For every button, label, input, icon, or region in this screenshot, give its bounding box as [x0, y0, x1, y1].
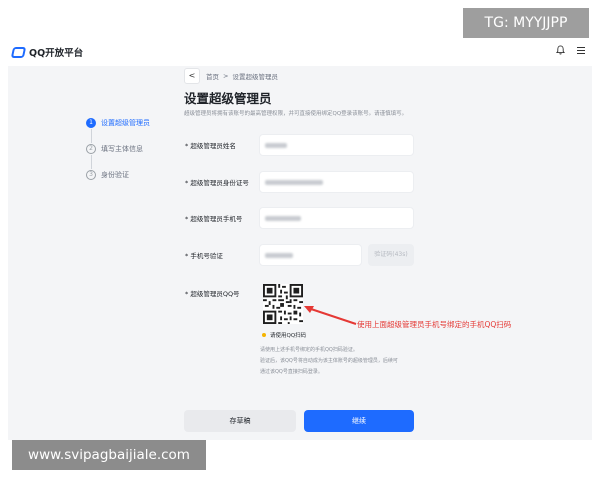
qr-hint-text: 请使用QQ扫码 — [270, 333, 307, 339]
breadcrumb-separator: > — [223, 72, 229, 80]
name-label: 超级管理员姓名 — [185, 140, 259, 150]
phone-field[interactable] — [259, 207, 414, 229]
code-row: 手机号验证 验证码(43s) — [185, 244, 414, 266]
qq-logo-icon — [10, 46, 27, 58]
save-draft-button[interactable]: 存草稿 — [184, 410, 296, 432]
step-connector — [90, 129, 92, 143]
page-title: 设置超级管理员 — [184, 91, 272, 106]
step-label: 填写主体信息 — [101, 145, 143, 153]
redacted-value — [265, 216, 301, 221]
menu-icon[interactable] — [577, 47, 585, 55]
qr-code — [263, 284, 303, 324]
step-connector — [90, 155, 92, 169]
qr-hint: 请使用QQ扫码 — [262, 331, 306, 339]
bell-icon[interactable] — [556, 45, 565, 55]
step-number: 2 — [86, 144, 96, 154]
qr-note-2: 验证后，该QQ号将自动成为该主体账号的超级管理员，后续可 — [260, 358, 398, 364]
qr-note-1: 请使用上述手机号绑定的手机QQ扫码验证。 — [260, 347, 358, 353]
breadcrumb-home[interactable]: 首页 — [206, 71, 219, 81]
watermark-url: www.svipagbaijiale.com — [12, 440, 206, 470]
id-label: 超级管理员身份证号 — [185, 177, 259, 187]
annotation-text: 使用上面超级管理员手机号绑定的手机QQ扫码 — [357, 320, 512, 329]
logo-text: QQ开放平台 — [29, 48, 84, 59]
qq-row: 超级管理员QQ号 — [185, 288, 259, 298]
send-code-button[interactable]: 验证码(43s) — [368, 244, 414, 266]
verification-code-field[interactable] — [259, 244, 362, 266]
breadcrumb: < 首页 > 设置超级管理员 — [184, 68, 278, 84]
back-button[interactable]: < — [184, 68, 200, 84]
app-logo[interactable]: QQ开放平台 — [10, 45, 84, 59]
name-field[interactable] — [259, 134, 414, 156]
redacted-value — [265, 253, 293, 258]
name-row: 超级管理员姓名 — [185, 134, 414, 156]
step-3[interactable]: 3 身份验证 — [86, 169, 150, 181]
qq-label: 超级管理员QQ号 — [185, 288, 259, 298]
redacted-value — [265, 180, 323, 185]
phone-row: 超级管理员手机号 — [185, 207, 414, 229]
hint-dot-icon — [262, 333, 266, 337]
step-number: 3 — [86, 170, 96, 180]
watermark-tg: TG: MYYJJPP — [463, 8, 589, 38]
annotation-arrow-icon — [304, 306, 357, 325]
id-number-field[interactable] — [259, 171, 414, 193]
code-label: 手机号验证 — [185, 250, 259, 260]
step-1[interactable]: 1 设置超级管理员 — [86, 117, 150, 129]
step-label: 设置超级管理员 — [101, 119, 150, 127]
continue-button[interactable]: 继续 — [304, 410, 414, 432]
redacted-value — [265, 143, 287, 148]
page-description: 超级管理员将拥有该账号的最高管理权限，并可直接使用绑定QQ登录该账号。请谨慎填写… — [184, 111, 408, 117]
breadcrumb-current: 设置超级管理员 — [232, 73, 278, 81]
id-row: 超级管理员身份证号 — [185, 171, 414, 193]
top-bar — [8, 38, 592, 66]
app-frame — [8, 38, 592, 440]
step-label: 身份验证 — [101, 171, 129, 179]
qr-note-3: 通过该QQ号直接扫码登录。 — [260, 369, 323, 375]
step-number: 1 — [86, 118, 96, 128]
phone-label: 超级管理员手机号 — [185, 213, 259, 223]
step-2[interactable]: 2 填写主体信息 — [86, 143, 150, 155]
step-list: 1 设置超级管理员 2 填写主体信息 3 身份验证 — [86, 117, 150, 181]
